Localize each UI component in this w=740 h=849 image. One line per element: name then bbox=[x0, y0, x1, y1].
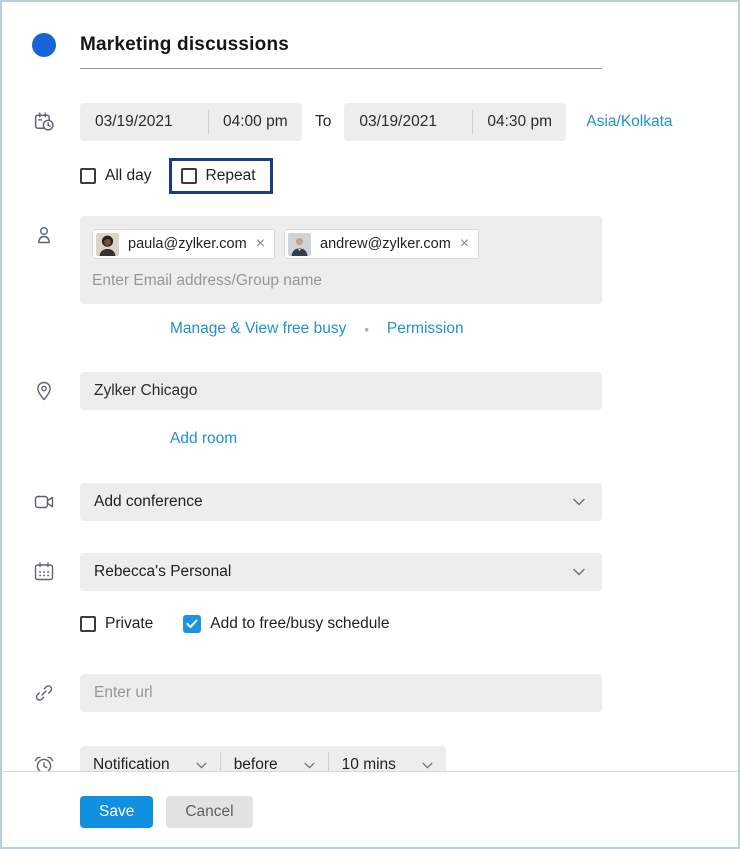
notification-type-select[interactable]: Notification bbox=[80, 756, 220, 771]
person-icon bbox=[2, 216, 80, 247]
attendee-email: paula@zylker.com bbox=[128, 236, 247, 252]
all-day-checkbox[interactable]: All day bbox=[80, 167, 152, 185]
video-camera-icon bbox=[2, 483, 80, 514]
conference-section: Add conference bbox=[2, 483, 738, 521]
manage-free-busy-link[interactable]: Manage & View free busy bbox=[170, 320, 346, 338]
day-repeat-options: All day Repeat bbox=[80, 158, 738, 194]
all-day-label: All day bbox=[105, 167, 152, 185]
start-time-field[interactable]: 04:00 pm bbox=[209, 113, 302, 131]
url-section bbox=[2, 674, 738, 712]
start-date-field[interactable]: 03/19/2021 bbox=[80, 113, 208, 131]
attendees-section: paula@zylker.com × andrew@zylk bbox=[2, 216, 738, 338]
notification-relation-value: before bbox=[234, 756, 278, 771]
notification-duration-value: 10 mins bbox=[342, 756, 396, 771]
avatar bbox=[96, 233, 119, 256]
attendee-chip: andrew@zylker.com × bbox=[284, 229, 479, 259]
event-color-dot[interactable] bbox=[32, 33, 56, 57]
conference-select[interactable]: Add conference bbox=[80, 483, 602, 521]
to-label: To bbox=[315, 113, 331, 131]
location-input[interactable] bbox=[80, 372, 602, 410]
private-checkbox[interactable]: Private bbox=[80, 615, 153, 633]
checkbox-checked-icon[interactable] bbox=[183, 615, 201, 633]
save-button[interactable]: Save bbox=[80, 796, 153, 828]
repeat-label: Repeat bbox=[206, 167, 256, 185]
chevron-down-icon bbox=[422, 756, 433, 771]
calendar-section: Rebecca's Personal bbox=[2, 553, 738, 591]
footer-actions: Save Cancel bbox=[2, 771, 738, 847]
freebusy-label: Add to free/busy schedule bbox=[210, 615, 389, 633]
calendar-select[interactable]: Rebecca's Personal bbox=[80, 553, 602, 591]
end-time-field[interactable]: 04:30 pm bbox=[473, 113, 566, 131]
event-form: Marketing discussions 03/19/2021 04:00 p… bbox=[2, 2, 738, 771]
calendar-select-value: Rebecca's Personal bbox=[94, 563, 231, 581]
freebusy-checkbox[interactable]: Add to free/busy schedule bbox=[183, 615, 389, 633]
location-section: Add room bbox=[2, 372, 738, 448]
chevron-down-icon bbox=[573, 493, 585, 511]
avatar bbox=[288, 233, 311, 256]
chevron-down-icon bbox=[196, 756, 207, 771]
remove-attendee-icon[interactable]: × bbox=[460, 236, 469, 252]
url-input[interactable] bbox=[80, 674, 602, 712]
attendee-chip: paula@zylker.com × bbox=[92, 229, 275, 259]
alarm-clock-icon bbox=[2, 746, 80, 771]
checkbox-unchecked-icon[interactable] bbox=[181, 168, 197, 184]
private-label: Private bbox=[105, 615, 153, 633]
notification-section: Notification before 10 mins bbox=[2, 746, 738, 771]
link-separator: • bbox=[364, 322, 369, 337]
repeat-checkbox[interactable]: Repeat bbox=[181, 167, 256, 185]
remove-attendee-icon[interactable]: × bbox=[256, 236, 265, 252]
notification-duration-select[interactable]: 10 mins bbox=[329, 756, 446, 771]
timezone-link[interactable]: Asia/Kolkata bbox=[586, 113, 672, 131]
checkbox-unchecked-icon[interactable] bbox=[80, 616, 96, 632]
attendee-email: andrew@zylker.com bbox=[320, 236, 451, 252]
checkbox-unchecked-icon[interactable] bbox=[80, 168, 96, 184]
calendar-clock-icon bbox=[2, 103, 80, 135]
attendee-input-box[interactable]: paula@zylker.com × andrew@zylk bbox=[80, 216, 602, 304]
start-datetime-group: 03/19/2021 04:00 pm bbox=[80, 103, 302, 141]
event-title[interactable]: Marketing discussions bbox=[80, 34, 289, 56]
add-room-link[interactable]: Add room bbox=[170, 430, 237, 448]
title-section: Marketing discussions bbox=[2, 33, 738, 57]
end-date-field[interactable]: 03/19/2021 bbox=[344, 113, 472, 131]
privacy-options: Private Add to free/busy schedule bbox=[80, 615, 738, 633]
end-datetime-group: 03/19/2021 04:30 pm bbox=[344, 103, 566, 141]
notification-bar: Notification before 10 mins bbox=[80, 746, 446, 771]
notification-relation-select[interactable]: before bbox=[221, 756, 328, 771]
location-pin-icon bbox=[2, 372, 80, 403]
chevron-down-icon bbox=[304, 756, 315, 771]
permission-link[interactable]: Permission bbox=[387, 320, 464, 338]
title-underline bbox=[80, 68, 602, 69]
notification-type-value: Notification bbox=[93, 756, 170, 771]
datetime-section: 03/19/2021 04:00 pm To 03/19/2021 04:30 … bbox=[2, 103, 738, 141]
link-icon bbox=[2, 674, 80, 705]
cancel-button[interactable]: Cancel bbox=[166, 796, 252, 828]
conference-select-value: Add conference bbox=[94, 493, 203, 511]
chevron-down-icon bbox=[573, 563, 585, 581]
attendee-input[interactable] bbox=[92, 270, 590, 292]
repeat-focus-outline: Repeat bbox=[169, 158, 273, 194]
calendar-icon bbox=[2, 553, 80, 584]
